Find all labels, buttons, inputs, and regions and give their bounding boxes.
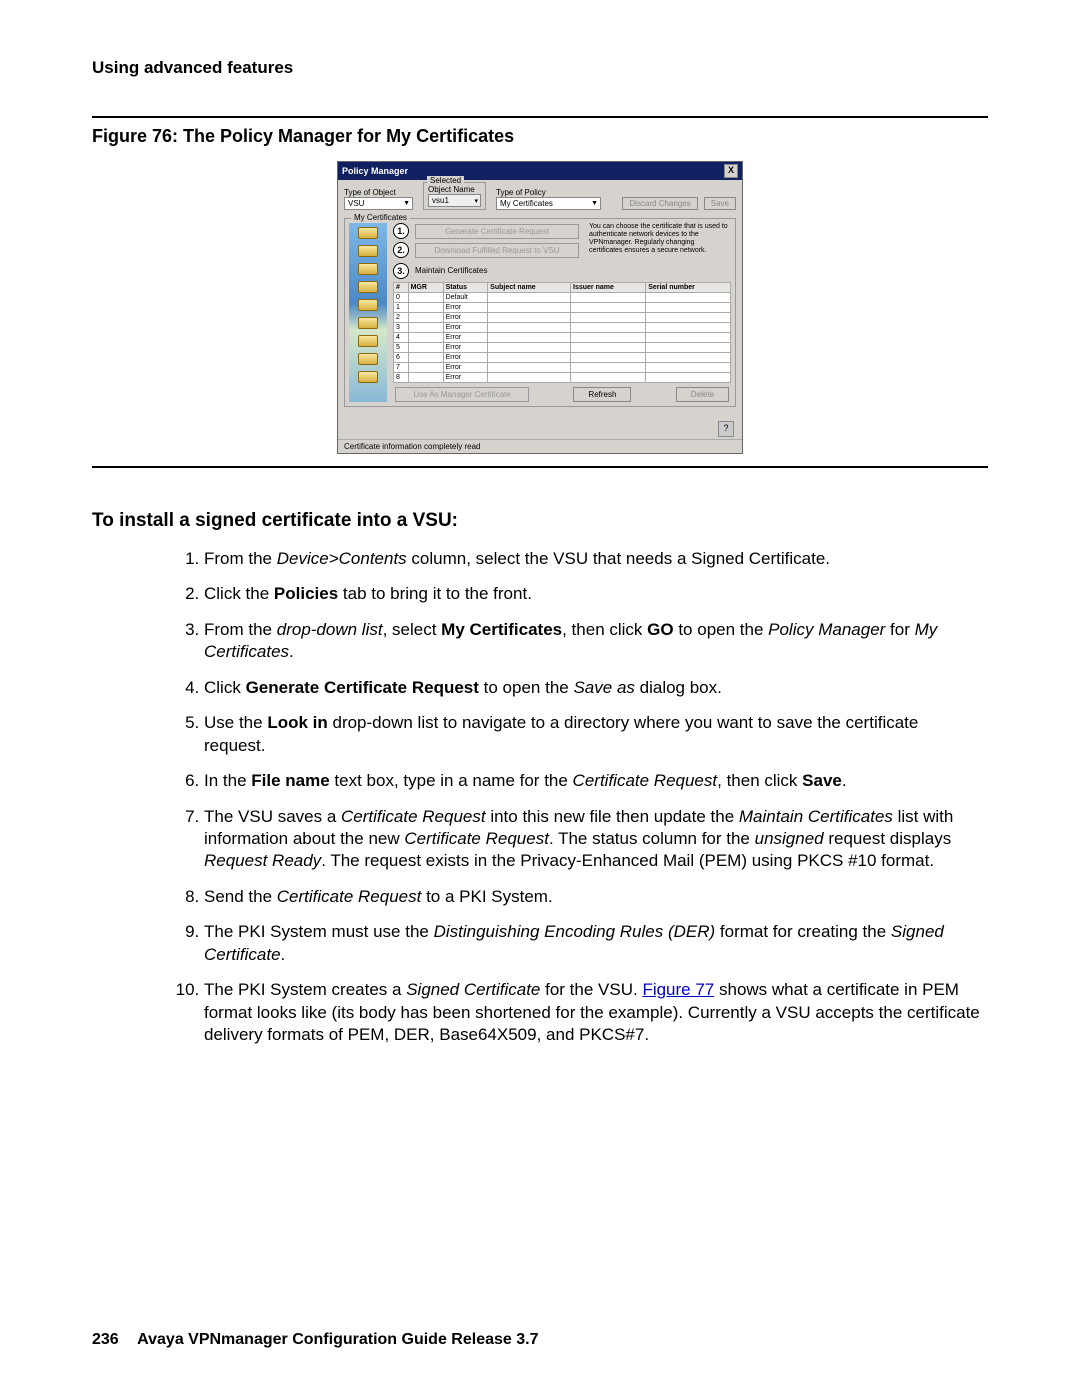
object-name-select[interactable]: vsu1 ▾ [428,194,481,207]
list-item: From the drop-down list, select My Certi… [204,619,988,664]
policy-manager-window: Policy Manager X Type of Object VSU ▼ Sel… [337,161,743,454]
type-of-policy-select[interactable]: My Certificates ▼ [496,197,601,210]
list-item: Click Generate Certificate Request to op… [204,677,988,699]
cert-icon [358,281,378,293]
chevron-down-icon: ▼ [403,200,410,207]
list-item: The VSU saves a Certificate Request into… [204,806,988,873]
cert-icon [358,299,378,311]
list-item: Click the Policies tab to bring it to th… [204,583,988,605]
table-row[interactable]: 5Error [394,343,731,353]
table-row[interactable]: 3Error [394,323,731,333]
download-request-button[interactable]: Download Fulfilled Request to VSU [415,243,579,258]
cert-icon [358,245,378,257]
maintain-certs-label: Maintain Certificates [415,266,487,275]
table-row[interactable]: 8Error [394,373,731,383]
page-number: 236 [92,1331,119,1348]
generate-cert-request-button[interactable]: Generate Certificate Request [415,224,579,239]
step-3-icon: 3. [393,263,409,279]
object-name-label: Object Name [428,185,481,194]
table-row[interactable]: 4Error [394,333,731,343]
list-item: The PKI System creates a Signed Certific… [204,979,988,1046]
type-of-policy-label: Type of Policy [496,188,601,197]
page-header: Using advanced features [92,58,988,78]
step-2-icon: 2. [393,242,409,258]
footer-text: Avaya VPNmanager Configuration Guide Rel… [137,1331,538,1348]
save-button[interactable]: Save [704,197,736,210]
table-header: # [394,283,409,293]
cert-icon [358,335,378,347]
cert-icon [358,353,378,365]
type-of-policy-value: My Certificates [500,199,553,208]
figure-block: Figure 76: The Policy Manager for My Cer… [92,116,988,468]
table-header: Status [443,283,488,293]
section-heading: To install a signed certificate into a V… [92,510,988,532]
table-header: Serial number [646,283,731,293]
chevron-down-icon: ▼ [591,200,598,207]
table-header: Subject name [488,283,571,293]
refresh-button[interactable]: Refresh [573,387,631,402]
table-row[interactable]: 0Default [394,293,731,303]
figure-caption: Figure 76: The Policy Manager for My Cer… [92,126,988,147]
my-certificates-group-label: My Certificates [351,213,410,222]
window-titlebar: Policy Manager X [338,162,742,180]
discard-changes-button[interactable]: Discard Changes [622,197,697,210]
cert-icon [358,263,378,275]
use-as-manager-button[interactable]: Use As Manager Certificate [395,387,529,402]
page-footer: 236 Avaya VPNmanager Configuration Guide… [92,1331,538,1349]
window-title: Policy Manager [342,166,408,176]
type-of-object-select[interactable]: VSU ▼ [344,197,413,210]
side-icons [349,223,387,402]
help-text: You can choose the certificate that is u… [589,223,729,261]
list-item: The PKI System must use the Distinguishi… [204,921,988,966]
list-item: In the File name text box, type in a nam… [204,770,988,792]
table-row[interactable]: 7Error [394,363,731,373]
list-item: Use the Look in drop-down list to naviga… [204,712,988,757]
chevron-down-icon: ▾ [474,197,478,205]
table-row[interactable]: 1Error [394,303,731,313]
cert-icon [358,371,378,383]
steps-list: From the Device>Contents column, select … [92,548,988,1046]
table-row[interactable]: 6Error [394,353,731,363]
type-of-object-value: VSU [348,199,364,208]
delete-button[interactable]: Delete [676,387,729,402]
status-bar: Certificate information completely read [338,439,742,453]
list-item: Send the Certificate Request to a PKI Sy… [204,886,988,908]
step-1-icon: 1. [393,223,409,239]
type-of-object-label: Type of Object [344,188,413,197]
table-header: MGR [408,283,443,293]
help-icon[interactable]: ? [718,421,734,437]
selected-label: Selected [427,176,464,185]
certificates-table: #MGRStatusSubject nameIssuer nameSerial … [393,282,731,383]
table-row[interactable]: 2Error [394,313,731,323]
cert-icon [358,317,378,329]
list-item: From the Device>Contents column, select … [204,548,988,570]
table-header: Issuer name [571,283,646,293]
object-name-value: vsu1 [432,196,449,205]
close-icon[interactable]: X [724,164,738,178]
figure-link[interactable]: Figure 77 [642,980,714,999]
cert-icon [358,227,378,239]
